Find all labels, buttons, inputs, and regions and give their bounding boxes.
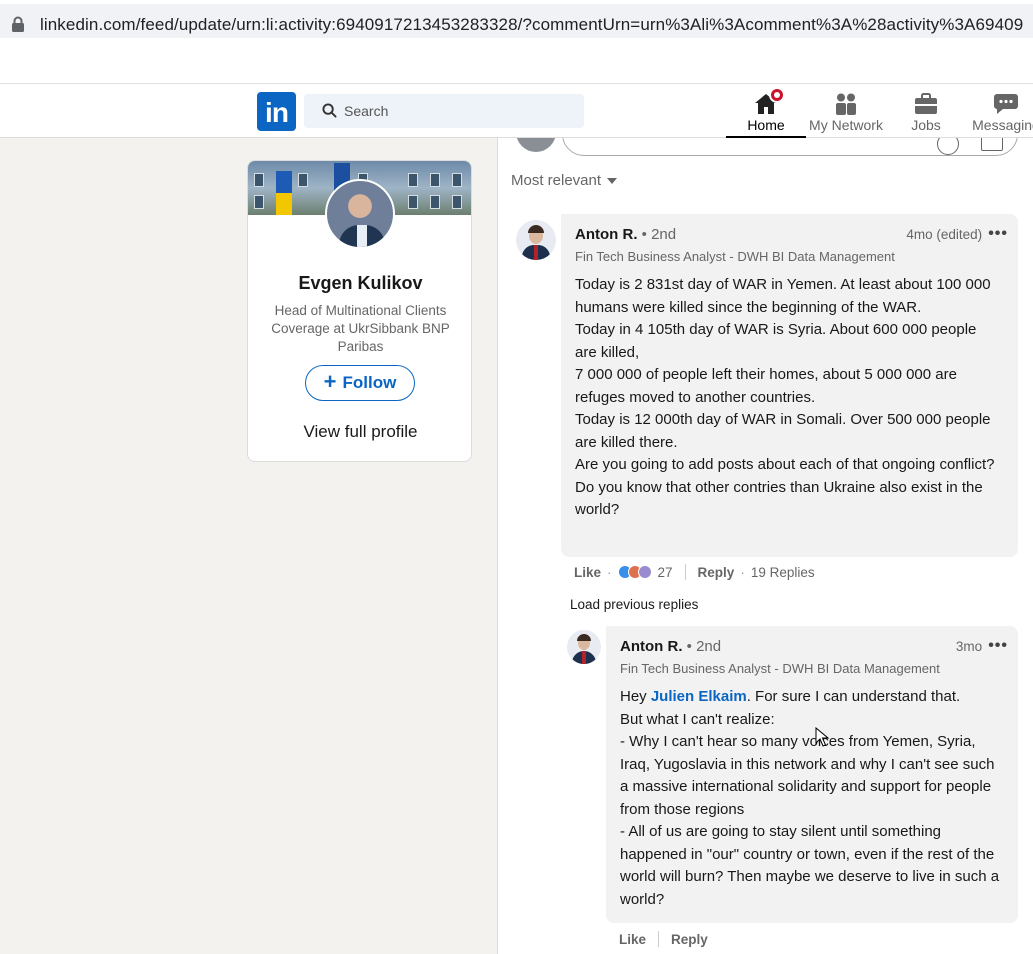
address-bar[interactable]: linkedin.com/feed/update/urn:li:activity… (0, 4, 1033, 38)
insightful-reaction-icon (637, 565, 652, 579)
nav-home-label: Home (747, 117, 785, 133)
add-comment-input[interactable] (562, 138, 1018, 156)
nav-jobs[interactable]: Jobs (886, 84, 966, 138)
profile-card: Evgen Kulikov Head of Multinational Clie… (247, 160, 472, 462)
more-options-icon[interactable]: ••• (988, 225, 1008, 243)
profile-headline: Head of Multinational Clients Coverage a… (271, 303, 450, 354)
comment-line: Do you know that other contries than Ukr… (575, 478, 983, 519)
notification-badge (769, 87, 785, 103)
comment-author-headline: Fin Tech Business Analyst - DWH BI Data … (575, 249, 895, 264)
search-box[interactable] (304, 94, 584, 128)
emoji-icon[interactable] (937, 138, 959, 155)
comment-line: Today in 4 105th day of WAR is Syria. Ab… (575, 321, 977, 361)
reply-line: - Why I can't hear so many voices from Y… (620, 733, 995, 818)
reply-timestamp: 3mo (955, 638, 983, 654)
message-icon (994, 94, 1018, 114)
profile-name[interactable]: Evgen Kulikov (248, 273, 471, 294)
like-button[interactable]: Like (574, 565, 601, 580)
comment-timestamp: 4mo (edited) (906, 226, 983, 242)
url-text[interactable]: linkedin.com/feed/update/urn:li:activity… (40, 15, 1023, 35)
nav-home[interactable]: Home (726, 84, 806, 138)
comment-author[interactable]: Anton R. • 2nd (575, 226, 676, 243)
reply-bubble: Anton R. • 2nd Fin Tech Business Analyst… (606, 626, 1018, 923)
more-options-icon[interactable]: ••• (988, 637, 1008, 655)
reply-text: Hey Julien Elkaim. For sure I can unders… (620, 686, 1004, 911)
caret-down-icon (607, 177, 618, 184)
nav-messaging-label: Messaging (972, 117, 1033, 133)
network-icon (836, 93, 856, 115)
reactions-summary[interactable] (617, 565, 652, 579)
reply-line: - All of us are going to stay silent unt… (620, 823, 1000, 908)
load-previous-replies-button[interactable]: Load previous replies (570, 597, 698, 612)
reply-greeting: Hey (620, 688, 651, 705)
profile-avatar[interactable] (325, 179, 395, 249)
nav-jobs-label: Jobs (911, 117, 941, 133)
sort-label: Most relevant (511, 172, 602, 189)
comment-line: Are you going to add posts about each of… (575, 456, 995, 473)
reply-line: Hey Julien Elkaim. For sure I can unders… (620, 686, 1004, 709)
browser-toolbar: linkedin.com/feed/update/urn:li:activity… (0, 0, 1033, 46)
mention-link[interactable]: Julien Elkaim (651, 688, 747, 705)
comment-line: Today is 12 000th day of WAR in Somali. … (575, 411, 991, 451)
reply-author-headline: Fin Tech Business Analyst - DWH BI Data … (620, 661, 940, 676)
comment-text: Today is 2 831st day of WAR in Yemen. At… (575, 274, 1000, 522)
comment-line: 7 000 000 of people left their homes, ab… (575, 366, 957, 406)
plus-icon: + (323, 369, 337, 394)
reply-author[interactable]: Anton R. • 2nd (620, 638, 721, 655)
briefcase-icon (915, 93, 937, 114)
reply-author-avatar[interactable] (567, 630, 601, 664)
image-icon[interactable] (981, 138, 1003, 151)
global-nav: in Home My Network Jobs (0, 84, 1033, 138)
comment-bubble: Anton R. • 2nd Fin Tech Business Analyst… (561, 214, 1018, 557)
reply-actions: Like Reply (619, 931, 708, 947)
view-full-profile-link[interactable]: View full profile (248, 422, 471, 442)
nav-my-network[interactable]: My Network (806, 84, 886, 138)
like-button[interactable]: Like (619, 932, 646, 947)
comment-author-avatar[interactable] (516, 220, 556, 260)
replies-count-link[interactable]: 19 Replies (751, 565, 815, 580)
follow-label: Follow (342, 373, 397, 392)
connection-degree: • 2nd (686, 638, 722, 655)
reply-button[interactable]: Reply (671, 932, 708, 947)
current-user-avatar (516, 138, 556, 152)
mouse-cursor-icon (815, 727, 829, 747)
connection-degree: • 2nd (641, 226, 677, 243)
follow-button[interactable]: + Follow (305, 365, 415, 401)
reply-author-name: Anton R. (620, 638, 683, 655)
reply-greeting-rest: . For sure I can understand that. (746, 688, 961, 705)
comment-line: Today is 2 831st day of WAR in Yemen. At… (575, 276, 991, 316)
sort-dropdown[interactable]: Most relevant (511, 172, 618, 189)
linkedin-logo[interactable]: in (257, 92, 296, 131)
search-input[interactable] (344, 94, 574, 128)
reply-button[interactable]: Reply (698, 565, 735, 580)
nav-my-network-label: My Network (809, 117, 883, 133)
reaction-count[interactable]: 27 (658, 565, 673, 580)
lock-icon[interactable] (11, 16, 25, 32)
reply-line: But what I can't realize: (620, 710, 775, 728)
comment-author-name: Anton R. (575, 226, 638, 243)
comments-panel: Most relevant Anton R. • 2nd Fin Tech Bu… (497, 138, 1033, 954)
nav-messaging[interactable]: Messaging (966, 84, 1033, 138)
search-icon (322, 103, 337, 118)
comment-actions: Like · 27 Reply · 19 Replies (574, 564, 815, 580)
bookmarks-bar (0, 46, 1033, 84)
